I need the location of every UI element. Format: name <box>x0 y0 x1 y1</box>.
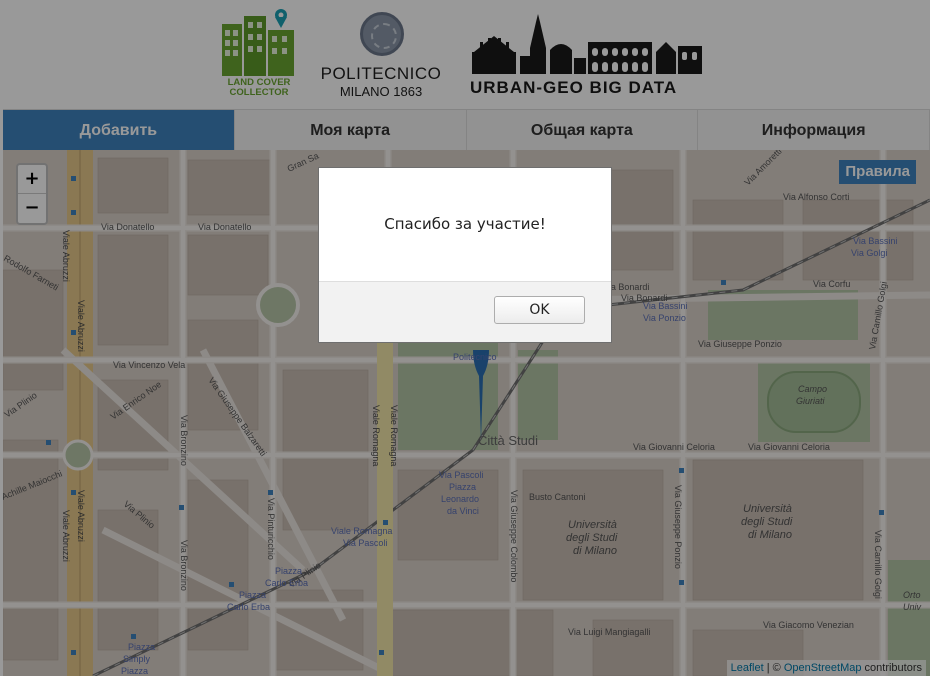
dialog-footer: OK <box>319 281 611 342</box>
ok-button[interactable]: OK <box>494 296 585 324</box>
dialog-message: Спасибо за участие! <box>384 215 546 233</box>
thank-you-dialog: Спасибо за участие! OK <box>318 167 612 343</box>
